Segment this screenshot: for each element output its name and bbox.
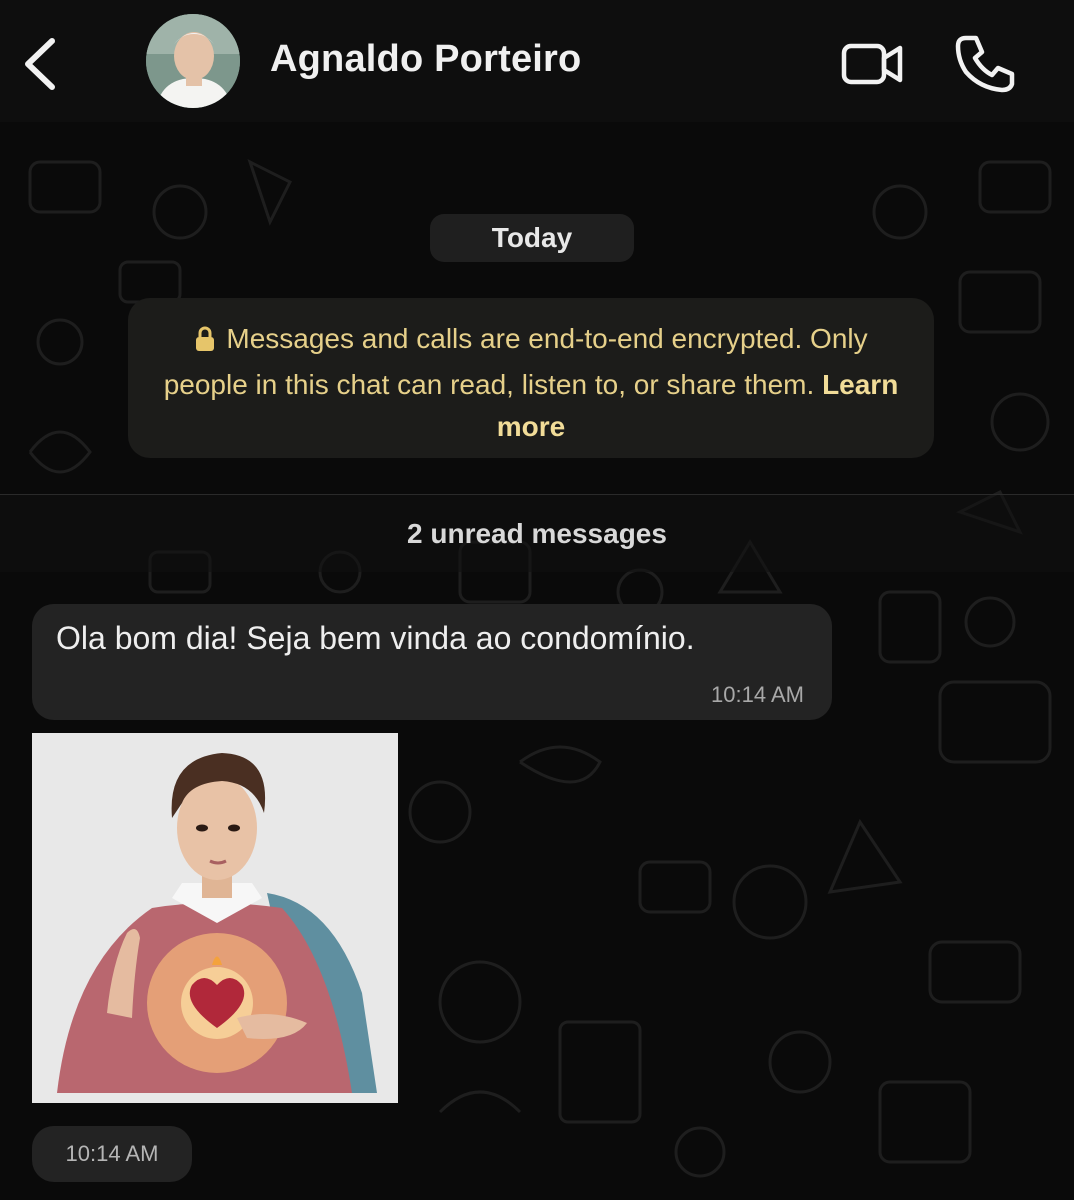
- avatar[interactable]: [146, 14, 240, 108]
- message-text: Ola bom dia! Seja bem vinda ao condomíni…: [56, 620, 695, 656]
- sticker-message[interactable]: [32, 733, 398, 1103]
- encryption-notice[interactable]: Messages and calls are end-to-end encryp…: [128, 298, 934, 458]
- video-camera-icon: [841, 43, 903, 85]
- voice-call-button[interactable]: [952, 30, 1018, 96]
- encryption-text: Messages and calls are end-to-end encryp…: [163, 323, 868, 400]
- chat-header: Agnaldo Porteiro: [0, 0, 1074, 122]
- lock-icon: [194, 322, 216, 364]
- avatar-image: [146, 14, 240, 108]
- chevron-left-icon: [25, 38, 55, 90]
- chat-area[interactable]: Today Messages and calls are end-to-end …: [0, 122, 1074, 1200]
- message-bubble[interactable]: Ola bom dia! Seja bem vinda ao condomíni…: [32, 604, 832, 720]
- video-call-button[interactable]: [840, 36, 906, 92]
- back-button[interactable]: [18, 36, 62, 92]
- sticker-time: 10:14 AM: [32, 1126, 192, 1182]
- date-separator: Today: [430, 214, 634, 262]
- sticker-image: [32, 733, 398, 1103]
- contact-name[interactable]: Agnaldo Porteiro: [270, 38, 581, 81]
- message-time: 10:14 AM: [711, 682, 804, 707]
- phone-icon: [955, 35, 1015, 93]
- unread-messages-divider: 2 unread messages: [0, 494, 1074, 572]
